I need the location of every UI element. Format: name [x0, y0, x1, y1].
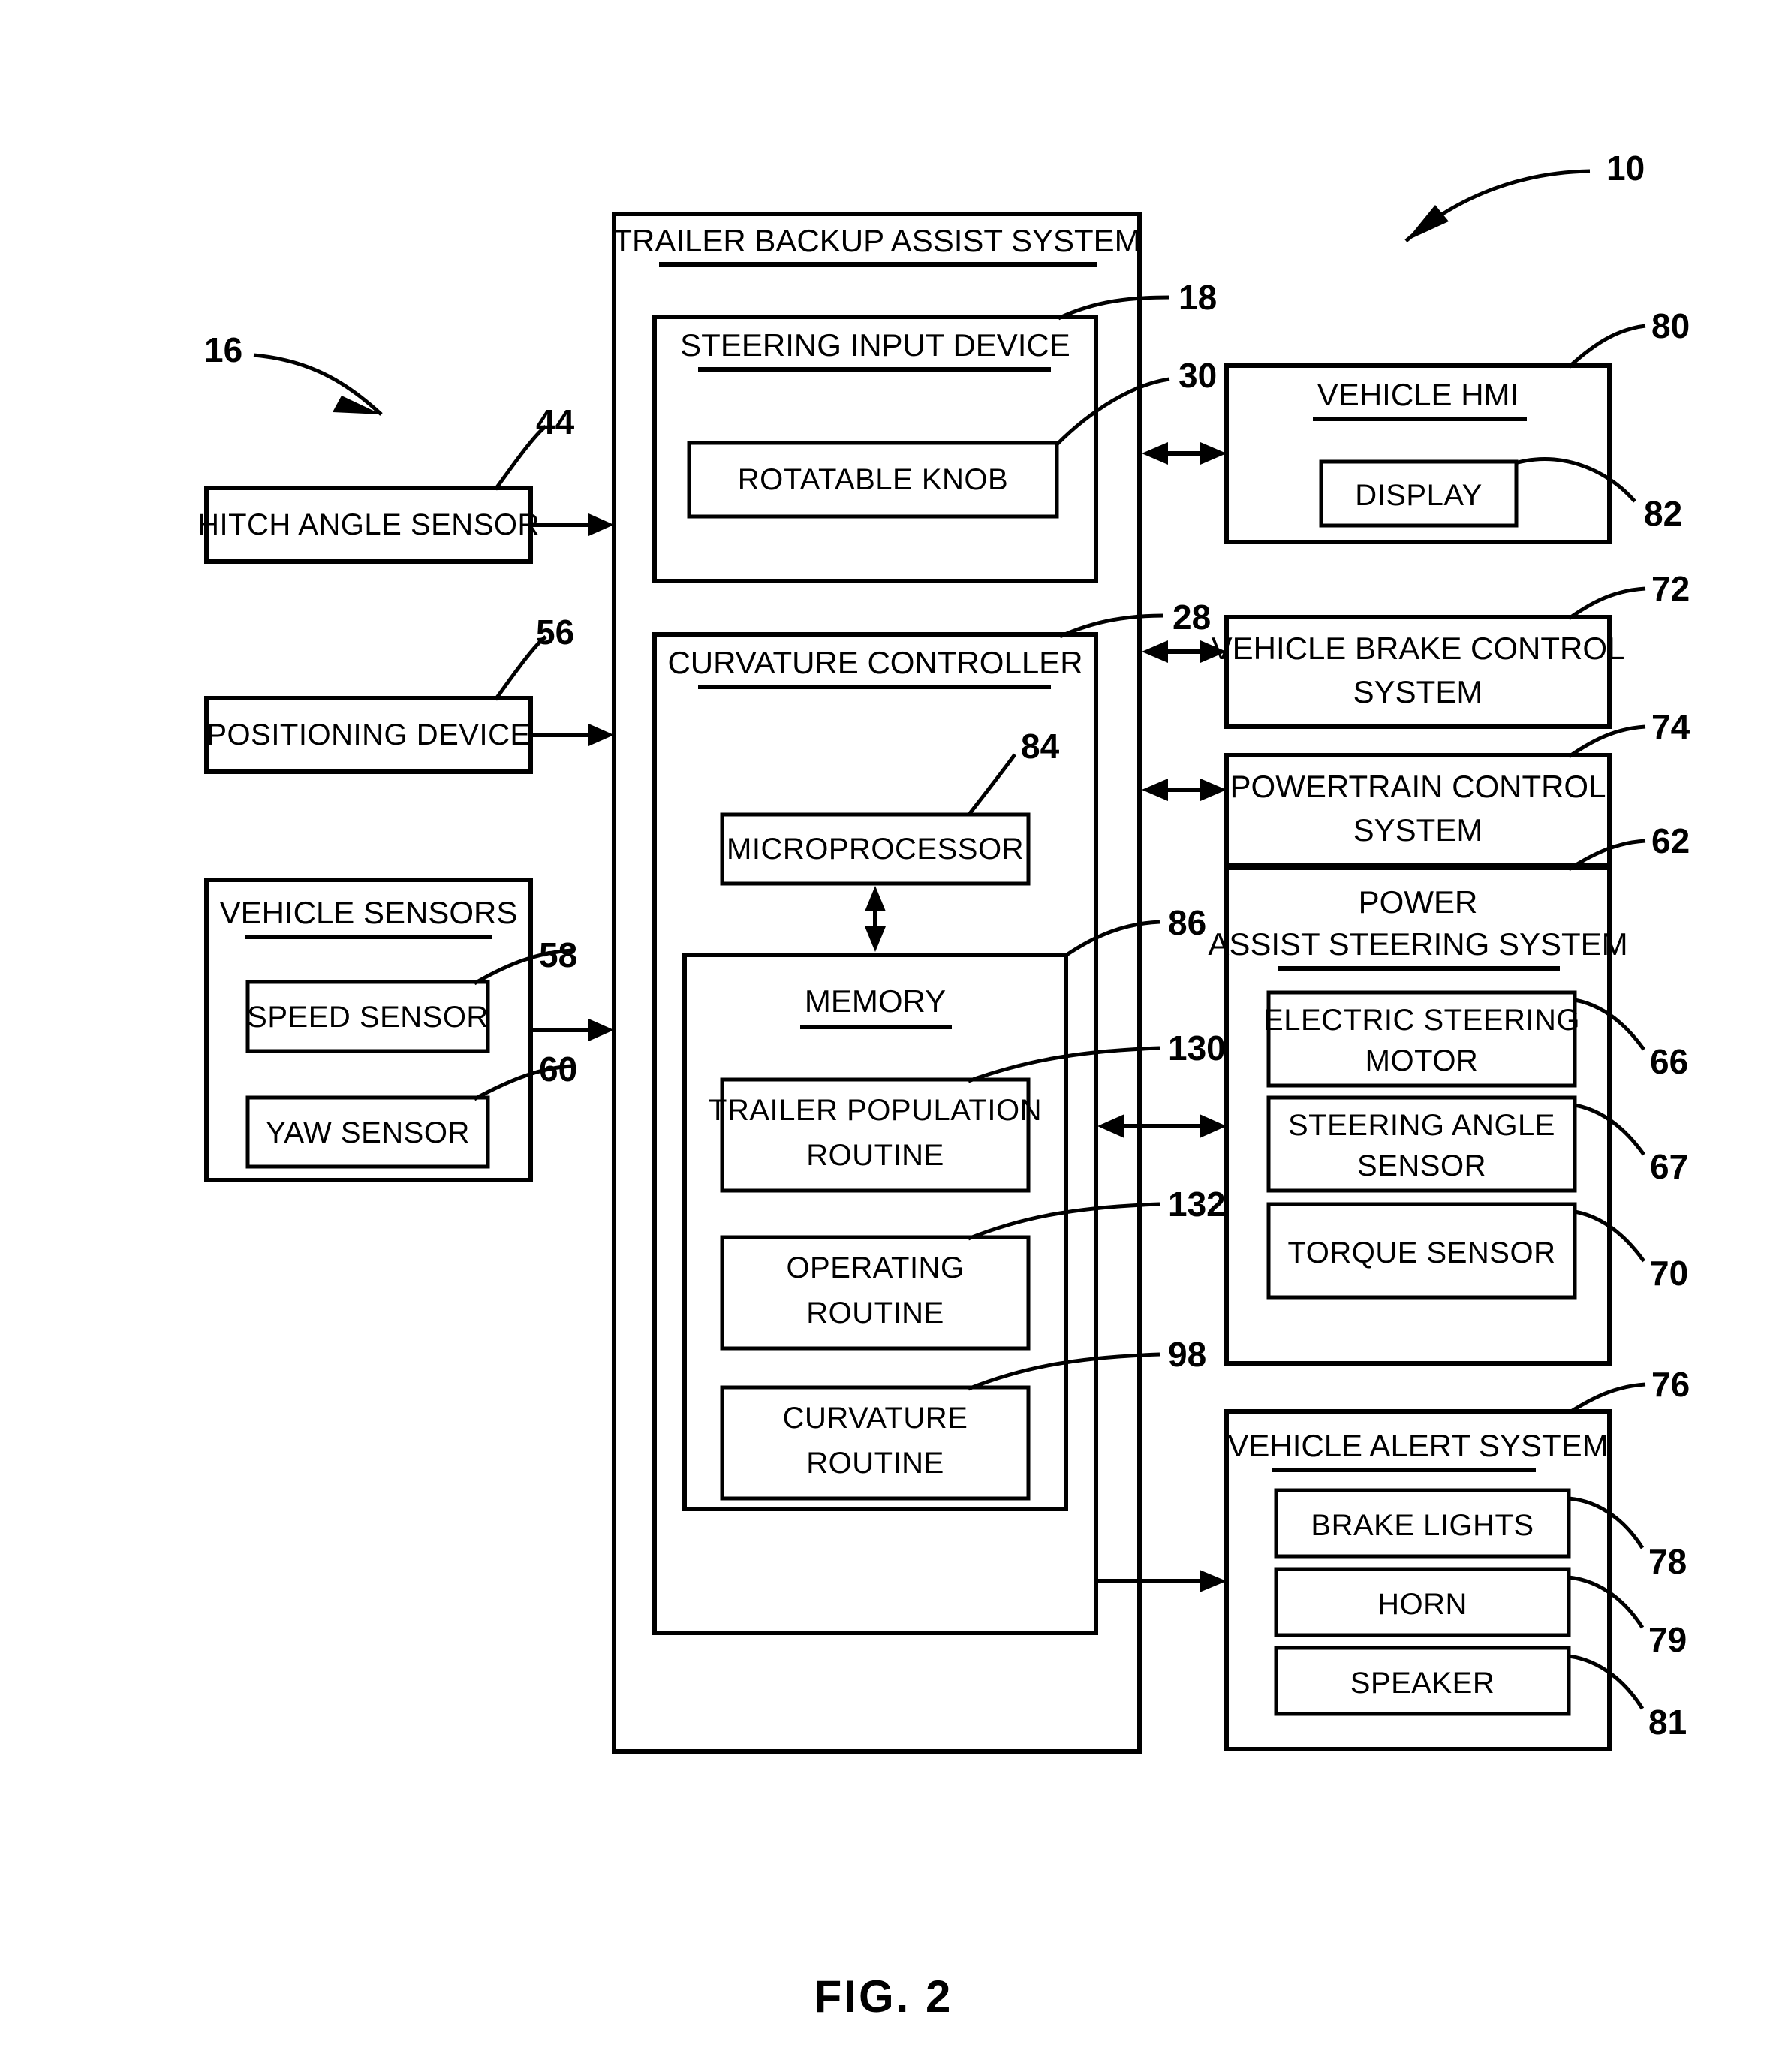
yaw-sensor-label: YAW SENSOR	[266, 1116, 470, 1149]
numeral-62: 62	[1651, 821, 1690, 860]
numeral-130: 130	[1168, 1028, 1226, 1068]
numeral-78: 78	[1648, 1542, 1687, 1581]
electric-steering-motor-line1: ELECTRIC STEERING	[1263, 1004, 1580, 1037]
display-label: DISPLAY	[1355, 479, 1483, 512]
numeral-72: 72	[1651, 569, 1690, 608]
vehicle-hmi-title: VEHICLE HMI	[1317, 377, 1519, 412]
numeral-60: 60	[539, 1050, 577, 1089]
numeral-132: 132	[1168, 1185, 1226, 1224]
powertrain-control-system-line2: SYSTEM	[1353, 812, 1483, 848]
curvature-routine-line1: CURVATURE	[783, 1402, 968, 1435]
numeral-74: 74	[1651, 707, 1690, 746]
horn-label: HORN	[1377, 1588, 1467, 1621]
numeral-44: 44	[536, 402, 575, 441]
memory-title: MEMORY	[805, 983, 946, 1019]
trailer-population-routine-line1: TRAILER POPULATION	[709, 1094, 1042, 1127]
numeral-98: 98	[1168, 1335, 1206, 1374]
torque-sensor-label: TORQUE SENSOR	[1288, 1236, 1556, 1269]
vehicle-brake-control-system-line1: VEHICLE BRAKE CONTROL	[1212, 631, 1625, 666]
numeral-86: 86	[1168, 903, 1206, 942]
numeral-84: 84	[1021, 727, 1060, 766]
vehicle-brake-control-system-line2: SYSTEM	[1353, 674, 1483, 709]
microprocessor-label: MICROPROCESSOR	[727, 833, 1024, 866]
numeral-67: 67	[1650, 1147, 1688, 1186]
steering-angle-sensor-line2: SENSOR	[1357, 1149, 1486, 1182]
numeral-76: 76	[1651, 1365, 1690, 1404]
electric-steering-motor-line2: MOTOR	[1365, 1044, 1479, 1077]
brake-lights-label: BRAKE LIGHTS	[1311, 1509, 1534, 1542]
numeral-58: 58	[539, 935, 577, 974]
hitch-angle-sensor-label: HITCH ANGLE SENSOR	[197, 508, 540, 541]
numeral-70: 70	[1650, 1254, 1688, 1293]
speed-sensor-label: SPEED SENSOR	[247, 1001, 489, 1034]
numeral-79: 79	[1648, 1620, 1687, 1659]
steering-angle-sensor-line1: STEERING ANGLE	[1288, 1109, 1555, 1142]
numeral-10: 10	[1606, 149, 1645, 188]
power-assist-steering-system-title-line2: ASSIST STEERING SYSTEM	[1208, 926, 1627, 962]
numeral-28: 28	[1172, 598, 1211, 637]
numeral-81: 81	[1648, 1703, 1687, 1742]
curvature-routine-line2: ROUTINE	[806, 1447, 944, 1480]
powertrain-control-system-line1: POWERTRAIN CONTROL	[1230, 769, 1606, 804]
steering-input-device-title: STEERING INPUT DEVICE	[680, 327, 1070, 363]
numeral-16: 16	[204, 330, 242, 369]
numeral-80: 80	[1651, 306, 1690, 345]
curvature-controller-title: CURVATURE CONTROLLER	[667, 645, 1082, 680]
power-assist-steering-system-title-line1: POWER	[1359, 884, 1478, 920]
numeral-30: 30	[1179, 356, 1217, 395]
trailer-backup-assist-system-title: TRAILER BACKUP ASSIST SYSTEM	[613, 223, 1140, 258]
numeral-56: 56	[536, 613, 574, 652]
trailer-population-routine-line2: ROUTINE	[806, 1139, 944, 1172]
rotatable-knob-label: ROTATABLE KNOB	[738, 463, 1008, 496]
speaker-label: SPEAKER	[1350, 1667, 1495, 1700]
positioning-device-label: POSITIONING DEVICE	[206, 718, 530, 751]
numeral-18: 18	[1179, 278, 1217, 317]
figure-caption: FIG. 2	[814, 1971, 953, 2022]
numeral-66: 66	[1650, 1042, 1688, 1081]
vehicle-sensors-title: VEHICLE SENSORS	[220, 895, 518, 930]
vehicle-alert-system-title: VEHICLE ALERT SYSTEM	[1227, 1428, 1608, 1463]
patent-figure: 10 16 TRAILER BACKUP ASSIST SYSTEM STEER…	[0, 0, 1767, 2072]
operating-routine-line1: OPERATING	[786, 1251, 964, 1284]
operating-routine-line2: ROUTINE	[806, 1297, 944, 1330]
numeral-82: 82	[1644, 494, 1682, 533]
